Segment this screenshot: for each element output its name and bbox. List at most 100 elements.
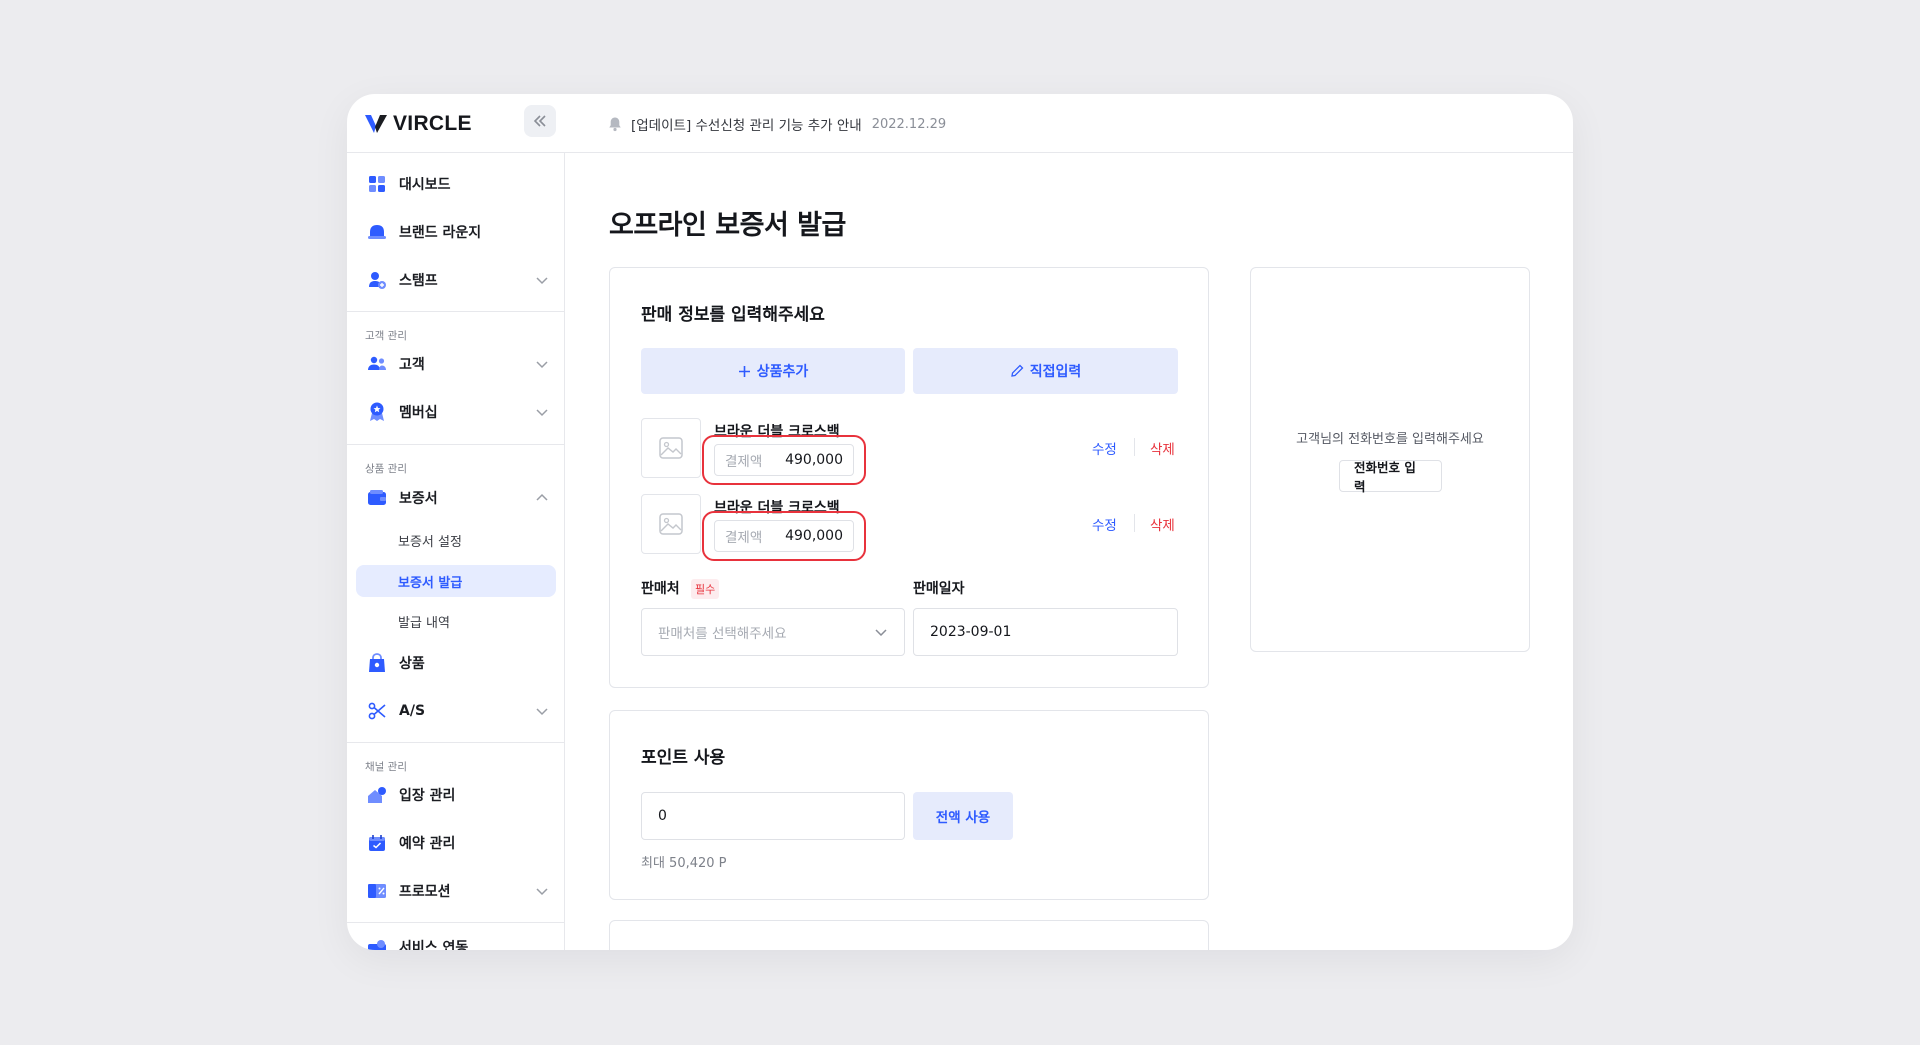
sidebar-item-label: 서비스 연동 — [399, 940, 469, 950]
points-title: 포인트 사용 — [641, 748, 726, 768]
main-content: 오프라인 보증서 발급 판매 정보를 입력해주세요 상품추가 직접입력 브라운 … — [566, 153, 1573, 950]
direct-input-button[interactable]: 직접입력 — [913, 348, 1178, 394]
scissors-icon — [367, 701, 387, 721]
customer-phone-message: 고객님의 전화번호를 입력해주세요 — [1296, 432, 1484, 447]
notice-date: 2022.12.29 — [871, 116, 947, 132]
sidebar-item-label: 브랜드 라운지 — [399, 225, 482, 241]
chevron-down-icon — [875, 629, 887, 637]
sidebar-item-label: 프로모션 — [399, 884, 451, 900]
plus-icon — [738, 365, 750, 377]
brand-name: VIRCLE — [393, 112, 472, 135]
seller-label: 판매처 — [641, 581, 680, 597]
seller-placeholder: 판매처를 선택해주세요 — [658, 626, 787, 642]
sidebar-item-label: 보증서 — [399, 491, 438, 507]
enter-phone-button[interactable]: 전화번호 입력 — [1339, 460, 1442, 494]
chevron-down-icon — [536, 361, 548, 369]
app-window: VIRCLE [업데이트] 수선신청 관리 기능 추가 안내 2022.12.2… — [347, 94, 1573, 950]
customer-card: 고객님의 전화번호를 입력해주세요 전화번호 입력 — [1250, 267, 1530, 652]
section-label-customer: 고객 관리 — [365, 330, 407, 342]
sidebar-item-product[interactable]: 상품 — [367, 648, 557, 678]
page-title: 오프라인 보증서 발급 — [609, 210, 846, 241]
chevron-down-icon — [536, 708, 548, 716]
sale-date-label: 판매일자 — [913, 581, 965, 597]
image-placeholder-icon — [659, 513, 683, 535]
points-input[interactable]: 0 — [641, 792, 905, 840]
top-bar: VIRCLE [업데이트] 수선신청 관리 기능 추가 안내 2022.12.2… — [347, 94, 1573, 153]
sidebar-item-label: 멤버십 — [399, 405, 438, 421]
price-highlight-annotation — [702, 435, 866, 485]
sidebar-item-stamp[interactable]: 스탬프 — [367, 265, 557, 295]
update-notice[interactable]: [업데이트] 수선신청 관리 기능 추가 안내 2022.12.29 — [607, 114, 946, 134]
use-all-points-button[interactable]: 전액 사용 — [913, 792, 1013, 840]
calendar-icon — [367, 833, 387, 853]
chevron-down-icon — [536, 409, 548, 417]
add-product-label: 상품추가 — [756, 364, 809, 380]
pencil-icon — [1010, 364, 1024, 377]
direct-input-label: 직접입력 — [1029, 364, 1082, 380]
sidebar-divider — [347, 444, 564, 445]
sidebar-item-membership[interactable]: 멤버십 — [367, 397, 557, 427]
collapse-sidebar-button[interactable] — [524, 105, 556, 137]
sidebar-divider — [347, 311, 564, 312]
double-chevron-left-icon — [533, 115, 546, 127]
edit-product-link[interactable]: 수정 — [1092, 514, 1117, 534]
required-badge: 필수 — [691, 579, 720, 599]
sidebar: 대시보드 브랜드 라운지 스탬프 고객 관리 고객 멤버십 상품 관리 보증서 … — [347, 153, 565, 950]
sidebar-item-label: 고객 — [399, 357, 425, 373]
sidebar-item-warranty[interactable]: 보증서 — [367, 483, 557, 513]
sidebar-item-label: 입장 관리 — [399, 788, 456, 804]
sidebar-divider — [347, 742, 564, 743]
sidebar-subitem-issue-history[interactable]: 발급 내역 — [356, 605, 556, 637]
bag-icon — [367, 653, 387, 673]
chevron-down-icon — [536, 888, 548, 896]
max-points-hint: 최대 50,420 P — [641, 856, 727, 871]
chevron-down-icon — [536, 277, 548, 285]
sidebar-divider — [347, 922, 564, 923]
sidebar-item-label: 스탬프 — [399, 273, 438, 289]
image-placeholder-icon — [659, 437, 683, 459]
add-product-button[interactable]: 상품추가 — [641, 348, 905, 394]
bell-icon — [609, 117, 621, 132]
dashboard-icon — [367, 174, 387, 194]
sidebar-item-as[interactable]: A/S — [367, 696, 557, 726]
next-section-card — [609, 920, 1209, 950]
sidebar-item-customer[interactable]: 고객 — [367, 349, 557, 379]
points-value: 0 — [658, 808, 667, 824]
separator — [1134, 438, 1135, 456]
sidebar-item-label: 예약 관리 — [399, 836, 456, 852]
sale-date-input[interactable]: 2023-09-01 — [913, 608, 1178, 656]
sales-info-card: 판매 정보를 입력해주세요 상품추가 직접입력 브라운 더블 크로스백 결제액 … — [609, 267, 1209, 688]
sidebar-item-promotion[interactable]: 프로모션 — [367, 876, 557, 906]
sidebar-item-label: 대시보드 — [399, 177, 451, 193]
users-icon — [367, 354, 387, 374]
seller-select[interactable]: 판매처를 선택해주세요 — [641, 608, 905, 656]
chevron-up-icon — [536, 493, 548, 501]
brand-logo[interactable]: VIRCLE — [365, 112, 472, 136]
section-label-channel: 채널 관리 — [365, 761, 407, 773]
sidebar-item-entry[interactable]: 입장 관리 — [367, 780, 557, 810]
product-thumbnail — [641, 418, 701, 478]
sale-date-value: 2023-09-01 — [930, 624, 1012, 640]
sidebar-item-service-integration[interactable]: 서비스 연동 — [367, 932, 557, 950]
sidebar-item-dashboard[interactable]: 대시보드 — [367, 169, 557, 199]
sidebar-item-reservation[interactable]: 예약 관리 — [367, 828, 557, 858]
sidebar-subitem-warranty-settings[interactable]: 보증서 설정 — [356, 524, 556, 556]
sidebar-item-label: A/S — [399, 703, 426, 719]
sidebar-item-brand-lounge[interactable]: 브랜드 라운지 — [367, 217, 557, 247]
product-thumbnail — [641, 494, 701, 554]
notice-text: [업데이트] 수선신청 관리 기능 추가 안내 — [631, 118, 862, 134]
points-card: 포인트 사용 0 전액 사용 최대 50,420 P — [609, 710, 1209, 900]
wallet-icon — [367, 488, 387, 508]
lounge-icon — [367, 222, 387, 242]
section-label-product: 상품 관리 — [365, 463, 407, 475]
stamp-icon — [367, 270, 387, 290]
delete-product-link[interactable]: 삭제 — [1150, 438, 1175, 458]
sidebar-subitem-warranty-issue[interactable]: 보증서 발급 — [356, 565, 556, 597]
edit-product-link[interactable]: 수정 — [1092, 438, 1117, 458]
service-icon — [367, 937, 387, 950]
separator — [1134, 514, 1135, 532]
sales-info-title: 판매 정보를 입력해주세요 — [641, 305, 825, 325]
delete-product-link[interactable]: 삭제 — [1150, 514, 1175, 534]
vircle-logo-icon — [365, 115, 387, 133]
membership-icon — [367, 402, 387, 422]
